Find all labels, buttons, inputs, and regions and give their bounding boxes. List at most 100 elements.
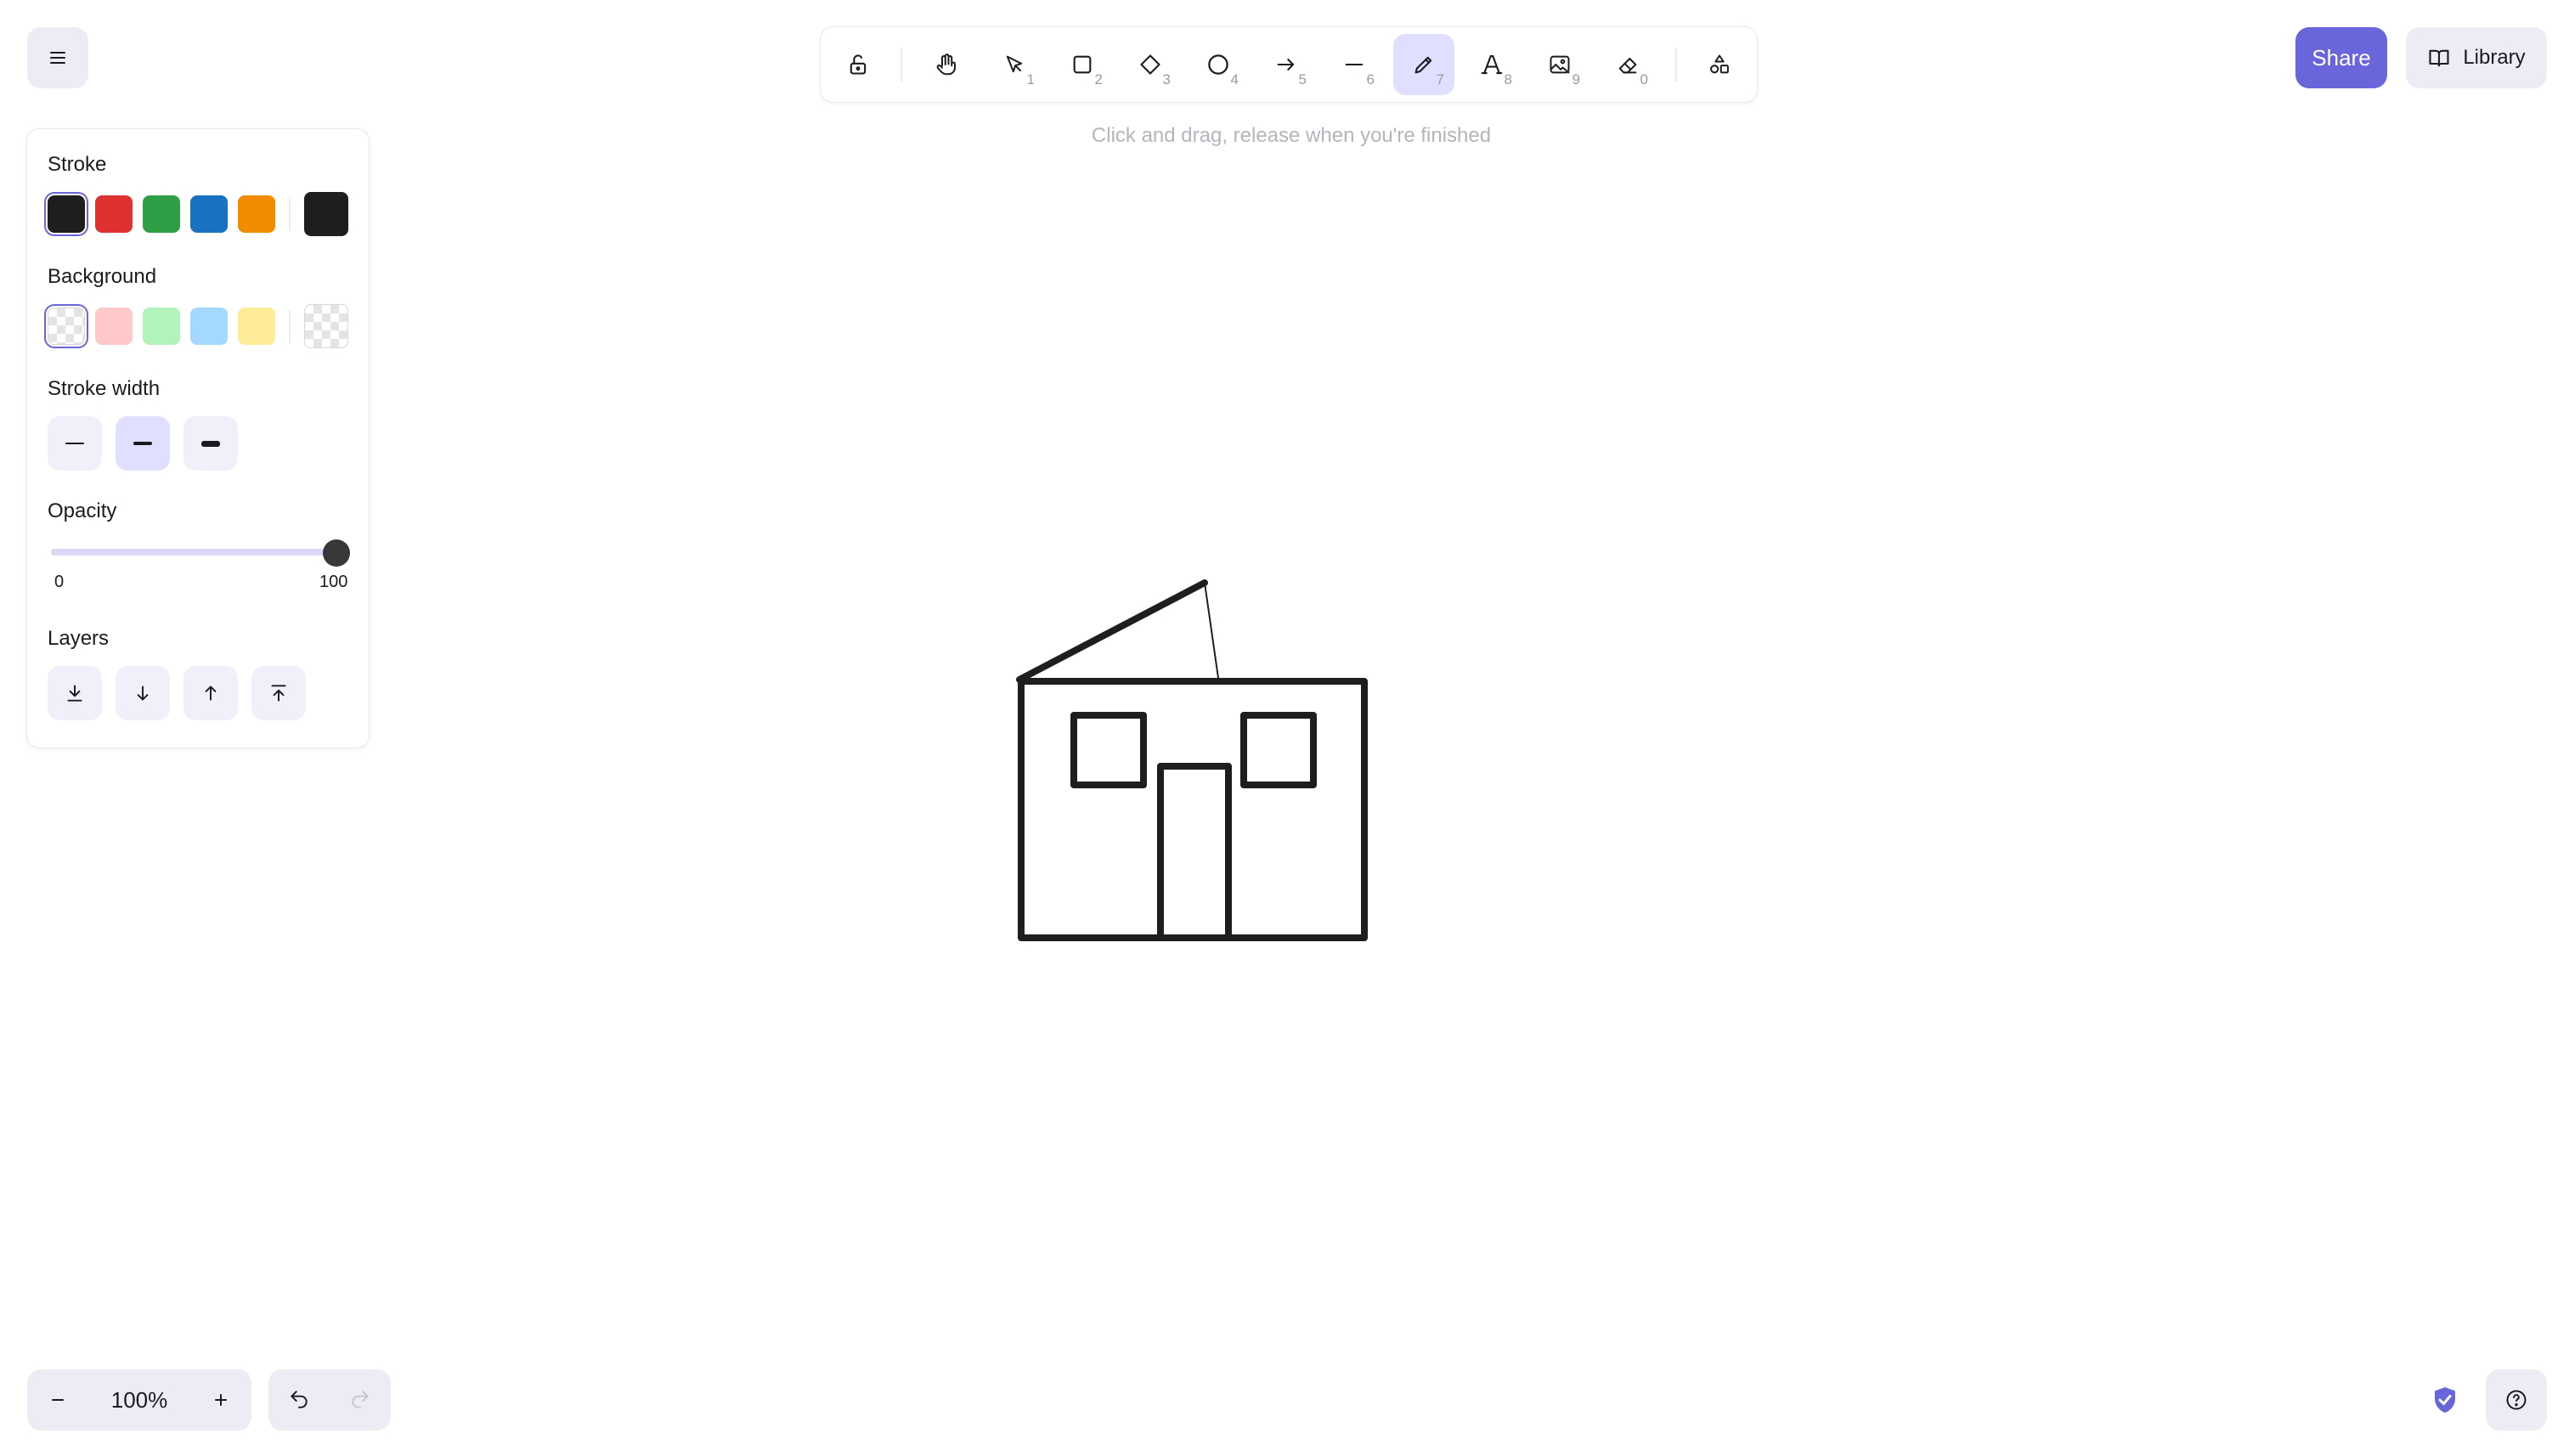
plus-icon xyxy=(215,1394,227,1406)
door[interactable] xyxy=(1157,763,1232,941)
opacity-slider-track[interactable] xyxy=(51,549,347,556)
properties-panel: Stroke Background Stroke width Opacity 0… xyxy=(27,129,369,748)
tool-freedraw[interactable]: 7 xyxy=(1393,34,1454,95)
send-to-back-button[interactable] xyxy=(48,666,102,720)
tool-key-hint: 0 xyxy=(1640,71,1648,87)
stroke-width-thin[interactable] xyxy=(48,416,102,471)
library-button[interactable]: Library xyxy=(2406,27,2547,88)
help-button[interactable] xyxy=(2486,1369,2547,1431)
tool-selection[interactable]: 1 xyxy=(984,34,1045,95)
tool-eraser[interactable]: 0 xyxy=(1597,34,1658,95)
opacity-label: Opacity xyxy=(48,499,117,522)
background-color-pink[interactable] xyxy=(95,308,133,345)
pointer-icon xyxy=(1006,55,1023,73)
drawing-canvas[interactable] xyxy=(0,0,2569,1456)
undo-icon xyxy=(291,1391,308,1408)
tool-ellipse[interactable]: 4 xyxy=(1188,34,1249,95)
share-button[interactable]: Share xyxy=(2295,27,2387,88)
thin-line-icon xyxy=(65,443,84,444)
window-right[interactable] xyxy=(1240,712,1317,788)
tool-arrow[interactable]: 5 xyxy=(1256,34,1317,95)
zoom-out-button[interactable] xyxy=(27,1369,88,1431)
pencil-icon xyxy=(1414,56,1432,74)
background-color-green[interactable] xyxy=(143,308,180,345)
tool-key-hint: 8 xyxy=(1504,71,1512,87)
line-icon xyxy=(1345,63,1364,66)
bold-line-icon xyxy=(133,442,152,445)
zoom-in-button[interactable] xyxy=(190,1369,251,1431)
stroke-color-green[interactable] xyxy=(143,195,180,233)
tool-more-shapes[interactable] xyxy=(1689,34,1750,95)
stroke-color-orange[interactable] xyxy=(238,195,275,233)
zoom-level-display[interactable]: 100% xyxy=(88,1369,190,1431)
stroke-custom-color[interactable] xyxy=(304,192,348,236)
stroke-color-black[interactable] xyxy=(48,195,85,233)
image-icon xyxy=(1550,55,1570,74)
book-icon xyxy=(2429,49,2449,67)
help-icon xyxy=(2506,1390,2527,1410)
swatch-separator xyxy=(289,309,291,343)
layers-label: Layers xyxy=(48,627,110,650)
history-controls xyxy=(268,1369,391,1431)
bring-forward-button[interactable] xyxy=(184,666,238,720)
background-label: Background xyxy=(48,265,157,288)
background-color-blue[interactable] xyxy=(190,308,228,345)
tool-key-hint: 6 xyxy=(1366,71,1375,87)
tool-key-hint: 5 xyxy=(1298,71,1307,87)
diamond-icon xyxy=(1140,54,1160,75)
minus-icon xyxy=(52,1399,64,1401)
tool-image[interactable]: 9 xyxy=(1529,34,1590,95)
encryption-shield-indicator[interactable] xyxy=(2419,1374,2470,1425)
swatch-separator xyxy=(289,197,291,231)
roof-line[interactable] xyxy=(1016,579,1208,683)
tool-hand[interactable] xyxy=(916,34,977,95)
toolbar-separator xyxy=(1675,48,1677,82)
send-backward-button[interactable] xyxy=(116,666,170,720)
tool-key-hint: 9 xyxy=(1572,71,1580,87)
tool-key-hint: 4 xyxy=(1230,71,1239,87)
opacity-slider-thumb[interactable] xyxy=(323,539,350,567)
extra-bold-line-icon xyxy=(201,440,220,447)
opacity-max-label: 100 xyxy=(319,573,348,591)
stroke-color-red[interactable] xyxy=(95,195,133,233)
stroke-width-label: Stroke width xyxy=(48,377,161,400)
stroke-color-blue[interactable] xyxy=(190,195,228,233)
tool-line[interactable]: 6 xyxy=(1324,34,1385,95)
undo-button[interactable] xyxy=(268,1369,330,1431)
background-color-transparent[interactable] xyxy=(48,308,85,345)
roof-thin-line[interactable] xyxy=(1204,582,1219,679)
shapes-toolbar: 1 2 3 4 5 6 7 8 9 0 xyxy=(821,27,1757,102)
tool-lock[interactable] xyxy=(827,34,889,95)
window-left[interactable] xyxy=(1070,712,1147,788)
text-icon xyxy=(1481,54,1503,75)
tool-key-hint: 3 xyxy=(1162,71,1171,87)
main-menu-button[interactable] xyxy=(27,27,88,88)
send-to-back-icon xyxy=(67,685,82,702)
tool-hint-text: Click and drag, release when you're fini… xyxy=(1091,124,1492,147)
tool-key-hint: 1 xyxy=(1026,71,1035,87)
hamburger-icon xyxy=(50,52,65,64)
background-custom-color[interactable] xyxy=(304,304,348,348)
opacity-min-label: 0 xyxy=(54,573,65,591)
unlocked-icon xyxy=(850,54,867,75)
stroke-label: Stroke xyxy=(48,153,107,176)
redo-icon xyxy=(352,1391,369,1408)
redo-button[interactable] xyxy=(330,1369,391,1431)
library-label: Library xyxy=(2463,46,2526,69)
shapes-icon xyxy=(1710,54,1729,74)
hand-icon xyxy=(936,54,956,76)
bring-to-front-icon xyxy=(271,685,286,702)
arrow-icon xyxy=(1277,59,1295,71)
stroke-width-extra-bold[interactable] xyxy=(184,416,238,471)
stroke-width-bold[interactable] xyxy=(116,416,170,471)
tool-rectangle[interactable]: 2 xyxy=(1052,34,1113,95)
ellipse-icon xyxy=(1208,54,1228,75)
rectangle-icon xyxy=(1073,55,1092,74)
tool-key-hint: 2 xyxy=(1094,71,1103,87)
zoom-controls: 100% xyxy=(27,1369,251,1431)
tool-text[interactable]: 8 xyxy=(1461,34,1522,95)
arrow-down-icon xyxy=(137,686,149,701)
tool-diamond[interactable]: 3 xyxy=(1120,34,1181,95)
background-color-yellow[interactable] xyxy=(238,308,275,345)
bring-to-front-button[interactable] xyxy=(251,666,306,720)
